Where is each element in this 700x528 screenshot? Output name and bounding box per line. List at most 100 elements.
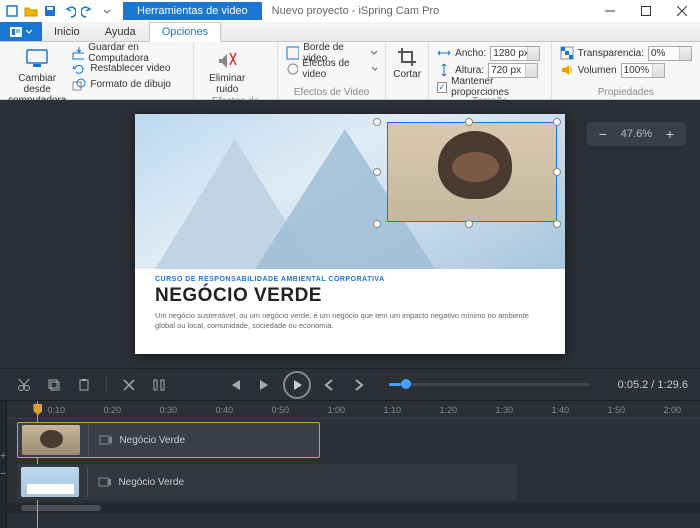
transparency-label: Transparencia: xyxy=(578,48,644,59)
track-1: Negócio Verde xyxy=(7,419,700,461)
skip-end-button[interactable] xyxy=(253,373,277,397)
drawing-format-button[interactable]: Formato de dibujo xyxy=(72,77,185,92)
inset-video-object[interactable] xyxy=(387,122,557,222)
selection-handle[interactable] xyxy=(553,118,561,126)
remove-noise-button[interactable]: Eliminar ruido xyxy=(202,45,252,95)
reset-video-button[interactable]: Restablecer video xyxy=(72,61,185,76)
ribbon-tabs: Inicio Ayuda Opciones xyxy=(0,22,700,42)
group-label-props: Propiedades xyxy=(560,86,692,99)
slide-canvas[interactable]: CURSO DE RESPONSABILIDADE AMBIENTAL CORP… xyxy=(135,114,565,354)
selection-handle[interactable] xyxy=(465,118,473,126)
selection-handle[interactable] xyxy=(465,220,473,228)
copy-button[interactable] xyxy=(42,373,66,397)
reset-icon xyxy=(72,62,86,76)
volume-label: Volumen xyxy=(578,65,617,76)
paste-button[interactable] xyxy=(72,373,96,397)
save-icon[interactable] xyxy=(42,3,58,19)
timeline-sidebar: + − xyxy=(0,401,7,528)
group-audio: Eliminar ruido Efectos de audio xyxy=(194,42,278,99)
width-input[interactable]: 1280 px xyxy=(490,46,540,61)
quick-access-toolbar xyxy=(0,1,119,21)
height-label: Altura: xyxy=(455,65,484,76)
clip-1[interactable]: Negócio Verde xyxy=(17,422,320,458)
shape-icon xyxy=(72,78,86,92)
crop-button[interactable]: Cortar xyxy=(390,45,424,80)
group-video: Cambiar desde computadora Guardar en Com… xyxy=(0,42,194,99)
clip-thumbnail xyxy=(22,425,80,455)
selection-handle[interactable] xyxy=(373,220,381,228)
editor-canvas-area: CURSO DE RESPONSABILIDADE AMBIENTAL CORP… xyxy=(0,100,700,368)
width-icon xyxy=(437,46,451,60)
width-label: Ancho: xyxy=(455,48,486,59)
next-button[interactable] xyxy=(347,373,371,397)
delete-button[interactable] xyxy=(117,373,141,397)
file-tab[interactable] xyxy=(0,22,42,41)
tab-inicio[interactable]: Inicio xyxy=(42,22,93,41)
transparency-input[interactable]: 0% xyxy=(648,46,692,61)
window-controls xyxy=(592,0,700,22)
title-bar: Herramientas de video Nuevo proyecto - i… xyxy=(0,0,700,22)
selection-handle[interactable] xyxy=(553,220,561,228)
window-title: Nuevo proyecto - iSpring Cam Pro xyxy=(272,5,440,17)
clip-label: Negócio Verde xyxy=(118,477,184,488)
timeline-scrollbar[interactable] xyxy=(7,503,700,513)
slide-body: Um negócio sustentável, ou um negócio ve… xyxy=(155,311,545,331)
prev-button[interactable] xyxy=(317,373,341,397)
ribbon: Cambiar desde computadora Guardar en Com… xyxy=(0,42,700,100)
playback-slider[interactable] xyxy=(389,383,590,386)
video-effects-button[interactable]: Efectos de video xyxy=(286,61,377,76)
crop-icon xyxy=(397,47,417,67)
toggle-track-button[interactable]: − xyxy=(0,468,6,480)
maximize-button[interactable] xyxy=(628,0,664,22)
timeline-ruler[interactable]: 0:10 0:20 0:30 0:40 0:50 1:00 1:10 1:20 … xyxy=(7,401,700,419)
noise-icon xyxy=(215,47,239,71)
tab-ayuda[interactable]: Ayuda xyxy=(93,22,149,41)
zoom-control: − 47.6% + xyxy=(587,122,686,146)
playback-time: 0:05.2 / 1:29.6 xyxy=(608,379,688,391)
skip-start-button[interactable] xyxy=(223,373,247,397)
volume-input[interactable]: 100% xyxy=(621,63,665,78)
selection-handle[interactable] xyxy=(373,118,381,126)
split-button[interactable] xyxy=(147,373,171,397)
selection-handle[interactable] xyxy=(553,168,561,176)
keep-proportions-checkbox[interactable]: ✓ xyxy=(437,82,447,93)
play-button[interactable] xyxy=(283,371,311,399)
chevron-down-icon xyxy=(372,66,377,72)
close-button[interactable] xyxy=(664,0,700,22)
new-icon[interactable] xyxy=(4,3,20,19)
id-icon xyxy=(10,26,22,38)
height-icon xyxy=(437,63,451,77)
height-input[interactable]: 720 px xyxy=(488,63,538,78)
clip-thumbnail xyxy=(21,467,79,497)
slide-headline: NEGÓCIO VERDE xyxy=(155,285,545,307)
monitor-icon xyxy=(25,47,49,71)
group-properties: Transparencia: 0% Volumen 100% Propiedad… xyxy=(552,42,700,99)
qat-dropdown-icon[interactable] xyxy=(99,3,115,19)
undo-icon[interactable] xyxy=(61,3,77,19)
clip-2[interactable]: Negócio Verde xyxy=(17,464,517,500)
open-icon[interactable] xyxy=(23,3,39,19)
sparkle-icon xyxy=(286,62,298,76)
tab-opciones[interactable]: Opciones xyxy=(149,22,221,42)
group-effects: Borde de video Efectos de video Efectos … xyxy=(278,42,386,99)
video-icon xyxy=(98,475,112,489)
minimize-button[interactable] xyxy=(592,0,628,22)
add-track-button[interactable]: + xyxy=(0,450,6,462)
redo-icon[interactable] xyxy=(80,3,96,19)
group-size: Ancho: 1280 px Altura: 720 px ✓ Mantener… xyxy=(429,42,552,99)
change-from-computer-button[interactable]: Cambiar desde computadora xyxy=(8,45,66,106)
cut-button[interactable] xyxy=(12,373,36,397)
group-crop: Cortar xyxy=(386,42,429,99)
chevron-down-icon xyxy=(26,29,32,35)
chevron-down-icon xyxy=(371,50,377,56)
noise-label: Eliminar ruido xyxy=(202,73,252,95)
zoom-in-button[interactable]: + xyxy=(662,126,678,142)
timeline: + − 0:10 0:20 0:30 0:40 0:50 1:00 1:10 1… xyxy=(0,400,700,528)
video-icon xyxy=(99,433,113,447)
contextual-tab-label: Herramientas de video xyxy=(123,2,262,20)
zoom-out-button[interactable]: − xyxy=(595,126,611,142)
download-icon xyxy=(72,46,84,60)
save-to-computer-button[interactable]: Guardar en Computadora xyxy=(72,45,185,60)
border-icon xyxy=(286,46,299,60)
selection-handle[interactable] xyxy=(373,168,381,176)
